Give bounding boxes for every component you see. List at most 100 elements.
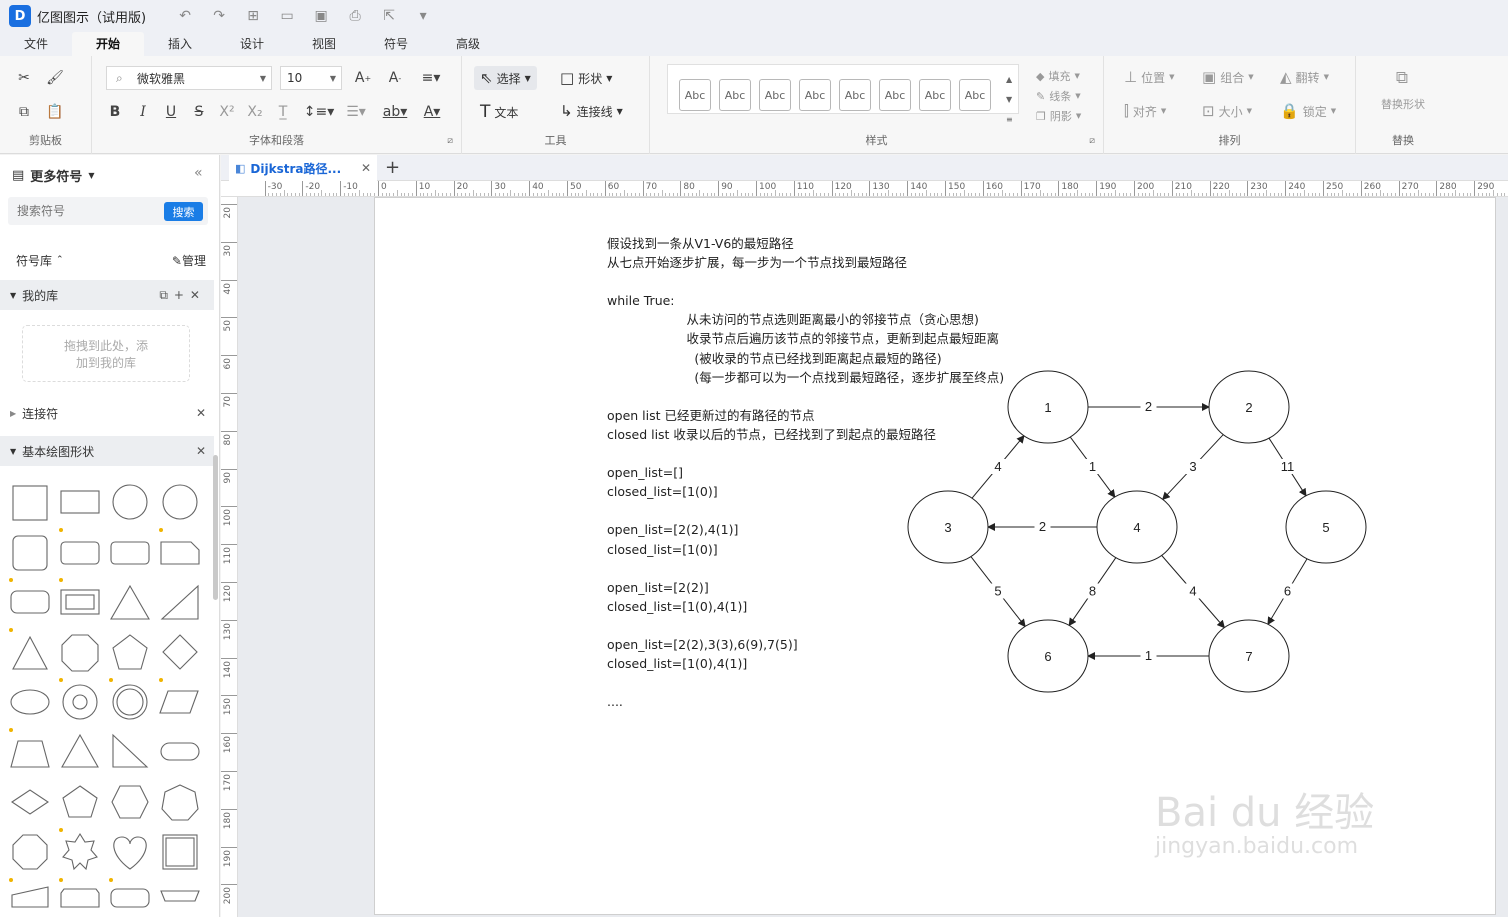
redo-icon[interactable]: ↷ — [210, 8, 228, 24]
collapse-panel-icon[interactable]: « — [194, 165, 203, 181]
group-button[interactable]: ▣ 组合 ▼ — [1202, 68, 1254, 86]
export-icon[interactable]: ⇱ — [380, 8, 398, 24]
style-swatch[interactable]: Abc — [799, 79, 831, 111]
shape-octagon[interactable] — [61, 634, 99, 672]
shape-snip-rect[interactable] — [160, 541, 200, 565]
shape-rounded-square[interactable] — [12, 535, 48, 571]
menu-tab-advanced[interactable]: 高级 — [432, 32, 504, 56]
font-family-select[interactable]: ⌕ 微软雅黑 ▼ — [106, 66, 272, 90]
print-icon[interactable]: ⎙ — [346, 8, 364, 24]
shape-trapezoid[interactable] — [10, 740, 50, 768]
shape-card[interactable] — [60, 888, 100, 908]
shape-octagon-2[interactable] — [12, 834, 48, 870]
menu-tab-file[interactable]: 文件 — [0, 32, 72, 56]
menu-tab-insert[interactable]: 插入 — [144, 32, 216, 56]
grow-font-icon[interactable]: A + — [352, 67, 374, 89]
shape-round-rect-3[interactable] — [10, 590, 50, 614]
new-icon[interactable]: ⊞ — [244, 8, 262, 24]
close-icon[interactable]: ✕ — [196, 444, 206, 458]
shape-triangle[interactable] — [110, 584, 150, 620]
shape-tool[interactable]: □ 形状 ▼ — [560, 69, 612, 87]
menu-tab-symbol[interactable]: 符号 — [360, 32, 432, 56]
connectors-row[interactable]: ▶ 连接符 ✕ — [0, 398, 214, 428]
shadow-button[interactable]: ❐ 阴影 ▼ — [1036, 108, 1081, 124]
manage-button[interactable]: ✎管理 — [172, 252, 206, 269]
shape-hexagon[interactable] — [111, 785, 149, 819]
dialog-launcher-icon[interactable]: ⧄ — [447, 136, 453, 146]
shape-right-triangle-2[interactable] — [112, 733, 149, 768]
shape-heptagon[interactable] — [161, 784, 199, 821]
underline-icon[interactable]: U — [160, 101, 182, 123]
style-swatch[interactable]: Abc — [959, 79, 991, 111]
shape-rectangle[interactable] — [60, 490, 100, 514]
shape-heart[interactable] — [113, 836, 147, 870]
style-swatch[interactable]: Abc — [759, 79, 791, 111]
subscript-icon[interactable]: X₂ — [244, 101, 266, 123]
shape-rounded-rectangle[interactable] — [60, 541, 100, 565]
replace-shape-label[interactable]: 替换形状 — [1356, 96, 1450, 112]
replace-shape-icon[interactable]: ⧉ — [1391, 67, 1413, 89]
basic-shapes-row[interactable]: ▼ 基本绘图形状 ✕ — [0, 436, 214, 466]
my-library-row[interactable]: ▼ 我的库 ⧉+✕ — [0, 280, 214, 310]
bold-icon[interactable]: B — [104, 101, 126, 123]
shape-oval[interactable] — [10, 689, 50, 715]
rotate-button[interactable]: ◭ 翻转 ▼ — [1280, 68, 1329, 86]
shape-manual-input[interactable] — [11, 886, 49, 908]
line-button[interactable]: ✎ 线条 ▼ — [1036, 88, 1081, 104]
bullet-list-icon[interactable]: ☰▾ — [342, 101, 370, 123]
menu-tab-view[interactable]: 视图 — [288, 32, 360, 56]
shape-triangle-2[interactable] — [61, 733, 99, 768]
document-tab[interactable]: ◧ Dijkstra路径... ✕ — [229, 155, 377, 181]
shape-frame[interactable] — [60, 589, 100, 615]
shape-ring[interactable] — [62, 684, 98, 720]
panel-scrollbar[interactable] — [213, 455, 218, 600]
shape-square[interactable] — [12, 485, 48, 521]
menu-tab-home[interactable]: 开始 — [72, 32, 144, 56]
shape-terminator[interactable] — [110, 888, 150, 908]
shape-isoceles[interactable] — [12, 635, 48, 670]
text-align-icon[interactable]: ≡▾ — [416, 67, 446, 89]
style-swatch[interactable]: Abc — [679, 79, 711, 111]
library-actions[interactable]: ⧉+✕ — [159, 288, 206, 303]
shape-pentagon-2[interactable] — [62, 785, 98, 818]
shape-right-triangle[interactable] — [160, 584, 199, 620]
italic-icon[interactable]: I — [132, 101, 154, 123]
shape-diamond[interactable] — [162, 634, 198, 670]
shrink-font-icon[interactable]: A- — [384, 67, 406, 89]
open-folder-icon[interactable]: ▭ — [278, 8, 296, 24]
style-swatch[interactable]: Abc — [919, 79, 951, 111]
chevron-up-icon[interactable]: ⌃ — [56, 255, 64, 265]
add-tab-icon[interactable]: + — [385, 157, 400, 178]
connector-tool[interactable]: ↳ 连接线 ▼ — [560, 102, 623, 120]
shape-flat-diamond[interactable] — [11, 789, 49, 815]
copy-icon[interactable]: ⧉ — [13, 101, 35, 123]
save-icon[interactable]: ▣ — [312, 8, 330, 24]
page[interactable]: 假设找到一条从V1-V6的最短路径 从七点开始逐步扩展，每一步为一个节点找到最短路… — [374, 197, 1496, 915]
select-tool[interactable]: ⇖ 选择 ▼ — [474, 66, 537, 90]
customize-icon[interactable]: ▾ — [414, 8, 432, 24]
strikethrough-icon[interactable]: S — [188, 101, 210, 123]
shape-double-square[interactable] — [162, 834, 198, 870]
shape-rounded-rect-2[interactable] — [110, 541, 150, 565]
shape-parallelogram[interactable] — [159, 690, 199, 714]
drawing-canvas[interactable]: 假设找到一条从V1-V6的最短路径 从七点开始逐步扩展，每一步为一个节点找到最短路… — [238, 197, 1508, 917]
align-button[interactable]: ⫿ 对齐 ▼ — [1124, 102, 1166, 120]
more-symbols-header[interactable]: ▤ 更多符号 ▼ — [12, 166, 94, 185]
dialog-launcher-icon[interactable]: ⧄ — [1089, 136, 1095, 146]
highlight-icon[interactable]: ab▾ — [380, 101, 410, 123]
font-size-select[interactable]: 10 ▼ — [280, 66, 342, 90]
gallery-scroll-icon[interactable]: ▲ ▼ ≡ — [1006, 70, 1013, 130]
shape-pill[interactable] — [160, 742, 200, 761]
undo-icon[interactable]: ↶ — [176, 8, 194, 24]
superscript-icon[interactable]: X² — [216, 101, 238, 123]
shape-circle[interactable] — [112, 484, 148, 520]
shape-banner[interactable] — [160, 890, 200, 902]
symbol-search-input[interactable] — [8, 197, 148, 225]
style-swatch[interactable]: Abc — [879, 79, 911, 111]
search-button[interactable]: 搜索 — [164, 202, 203, 221]
close-icon[interactable]: ✕ — [196, 406, 206, 420]
close-tab-icon[interactable]: ✕ — [361, 161, 371, 175]
text-case-icon[interactable]: T̲ — [272, 101, 294, 123]
cut-icon[interactable]: ✂ — [13, 67, 35, 89]
text-tool[interactable]: T 文本 — [480, 102, 518, 122]
